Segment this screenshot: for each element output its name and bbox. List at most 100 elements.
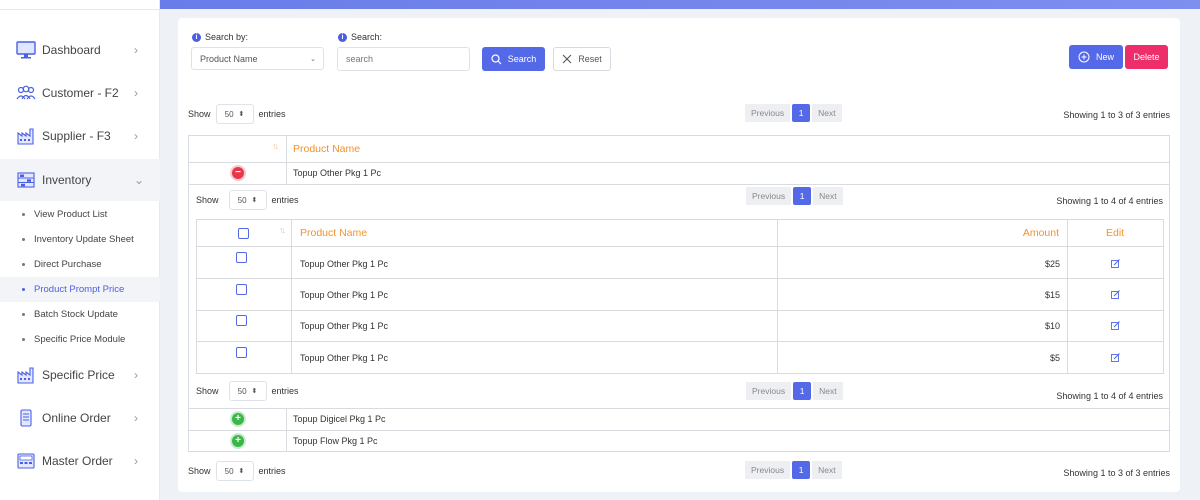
- search-button-label: Search: [507, 54, 537, 64]
- row-divider: [189, 430, 1169, 431]
- sort-icon[interactable]: ↑↓: [279, 225, 286, 235]
- collapse-row-icon[interactable]: −: [232, 167, 244, 179]
- main-panel: i Search by: Product Name ⌄ i Search: Sear…: [178, 18, 1180, 492]
- sidebar-item-label: Specific Price: [42, 368, 115, 382]
- page-1-button[interactable]: 1: [793, 187, 812, 205]
- reset-button-label: Reset: [578, 54, 602, 64]
- show-label: Show: [188, 466, 211, 476]
- amount-cell: $25: [1044, 259, 1060, 269]
- row-checkbox[interactable]: [236, 284, 247, 295]
- expand-row-icon[interactable]: +: [232, 413, 244, 425]
- show-label: Show: [196, 195, 219, 205]
- column-header-product-name[interactable]: Product Name: [300, 227, 367, 239]
- select-all-checkbox[interactable]: [238, 228, 249, 239]
- previous-button[interactable]: Previous: [746, 382, 792, 400]
- column-divider: [291, 220, 292, 373]
- sidebar-subitem-specific-price-module[interactable]: Specific Price Module: [0, 327, 160, 352]
- search-button[interactable]: Search: [482, 47, 545, 71]
- entries-label: entries: [271, 195, 299, 205]
- row-divider: [189, 408, 1169, 409]
- previous-button[interactable]: Previous: [745, 461, 791, 479]
- previous-button[interactable]: Previous: [746, 187, 792, 205]
- sidebar-item-specific-price[interactable]: Specific Price ›: [0, 354, 160, 396]
- page-1-button[interactable]: 1: [793, 382, 812, 400]
- show-label: Show: [188, 109, 211, 119]
- page-length-control-bottom: Show 50 ⬍ entries: [188, 461, 286, 481]
- sort-updown-icon: ⬍: [238, 111, 245, 118]
- delete-button[interactable]: Delete: [1125, 45, 1168, 69]
- pagination-bottom: Previous 1 Next: [745, 461, 842, 479]
- entries-label: entries: [271, 386, 299, 396]
- reset-button[interactable]: Reset: [553, 47, 611, 71]
- entries-label: entries: [258, 109, 286, 119]
- search-input[interactable]: [337, 47, 470, 71]
- sidebar-subitem-view-product-list[interactable]: View Product List: [0, 202, 160, 227]
- bullet-icon: [22, 263, 25, 266]
- sidebar-subitem-batch-stock-update[interactable]: Batch Stock Update: [0, 302, 160, 327]
- sidebar-item-online-order[interactable]: Online Order ›: [0, 397, 160, 439]
- sidebar-top-divider: [0, 0, 159, 10]
- product-name-cell: Topup Other Pkg 1 Pc: [300, 353, 389, 363]
- table-info-bottom: Showing 1 to 3 of 3 entries: [1063, 468, 1170, 478]
- row-checkbox[interactable]: [236, 347, 247, 358]
- edit-icon[interactable]: [1111, 321, 1120, 330]
- amount-cell: $10: [1044, 321, 1060, 331]
- show-label: Show: [196, 386, 219, 396]
- inner-table-info-bottom: Showing 1 to 4 of 4 entries: [1056, 391, 1163, 401]
- sidebar-subitem-label: View Product List: [34, 209, 108, 220]
- sidebar-item-dashboard[interactable]: Dashboard ›: [0, 29, 160, 71]
- chevron-right-icon: ›: [134, 86, 138, 100]
- page-length-select[interactable]: 50 ⬍: [215, 461, 254, 481]
- new-button[interactable]: New: [1069, 45, 1123, 69]
- sidebar-item-supplier[interactable]: Supplier - F3 ›: [0, 115, 160, 157]
- sidebar: Dashboard › Customer - F2 › Supplier - F…: [0, 0, 160, 500]
- sidebar-subitem-label: Inventory Update Sheet: [34, 234, 134, 245]
- edit-icon[interactable]: [1111, 353, 1120, 362]
- search-label-text: Search:: [351, 32, 383, 42]
- next-button[interactable]: Next: [813, 187, 843, 205]
- sidebar-item-customer[interactable]: Customer - F2 ›: [0, 72, 160, 114]
- expand-row-icon[interactable]: +: [232, 435, 244, 447]
- row-divider: [197, 278, 1163, 279]
- chevron-down-icon: ⌄: [310, 55, 316, 63]
- next-button[interactable]: Next: [813, 382, 843, 400]
- edit-icon[interactable]: [1111, 290, 1120, 299]
- sidebar-item-label: Dashboard: [42, 43, 101, 57]
- sidebar-item-master-order[interactable]: Master Order ›: [0, 440, 160, 482]
- chevron-right-icon: ›: [134, 454, 138, 468]
- row-checkbox[interactable]: [236, 252, 247, 263]
- page-length-select[interactable]: 50 ⬍: [228, 381, 267, 401]
- sidebar-subitem-product-prompt-price[interactable]: Product Prompt Price: [0, 277, 160, 302]
- column-header-product-name[interactable]: Product Name: [293, 143, 360, 155]
- column-divider: [1067, 220, 1068, 373]
- info-icon: i: [338, 32, 347, 42]
- factory-icon: [16, 126, 36, 146]
- sidebar-subitem-label: Product Prompt Price: [34, 284, 125, 295]
- search-by-select[interactable]: Product Name ⌄: [191, 47, 324, 70]
- entries-label: entries: [258, 466, 286, 476]
- search-by-value: Product Name: [200, 53, 258, 64]
- page-1-button[interactable]: 1: [792, 461, 811, 479]
- users-icon: [16, 83, 36, 103]
- next-button[interactable]: Next: [812, 104, 842, 122]
- page-length-select[interactable]: 50 ⬍: [228, 190, 267, 210]
- sidebar-subitem-direct-purchase[interactable]: Direct Purchase: [0, 252, 160, 277]
- row-checkbox[interactable]: [236, 315, 247, 326]
- sidebar-item-inventory[interactable]: Inventory ⌄: [0, 159, 160, 201]
- search-label: i Search:: [338, 32, 382, 42]
- product-name-cell: Topup Other Pkg 1 Pc: [300, 321, 389, 331]
- page-length-select[interactable]: 50 ⬍: [215, 104, 254, 124]
- chevron-down-icon: ⌄: [134, 173, 145, 187]
- register-icon: [16, 451, 36, 471]
- previous-button[interactable]: Previous: [745, 104, 791, 122]
- sidebar-subitem-inventory-update-sheet[interactable]: Inventory Update Sheet: [0, 227, 160, 252]
- page-length-control: Show 50 ⬍ entries: [188, 104, 286, 124]
- next-button[interactable]: Next: [812, 461, 842, 479]
- page-1-button[interactable]: 1: [792, 104, 811, 122]
- column-header-amount[interactable]: Amount: [1023, 227, 1059, 239]
- edit-icon[interactable]: [1111, 259, 1120, 268]
- inner-pagination: Previous 1 Next: [746, 187, 843, 205]
- search-by-label: i Search by:: [192, 32, 248, 42]
- page-length-value: 50: [224, 109, 234, 119]
- sort-icon[interactable]: ↑↓: [272, 141, 279, 151]
